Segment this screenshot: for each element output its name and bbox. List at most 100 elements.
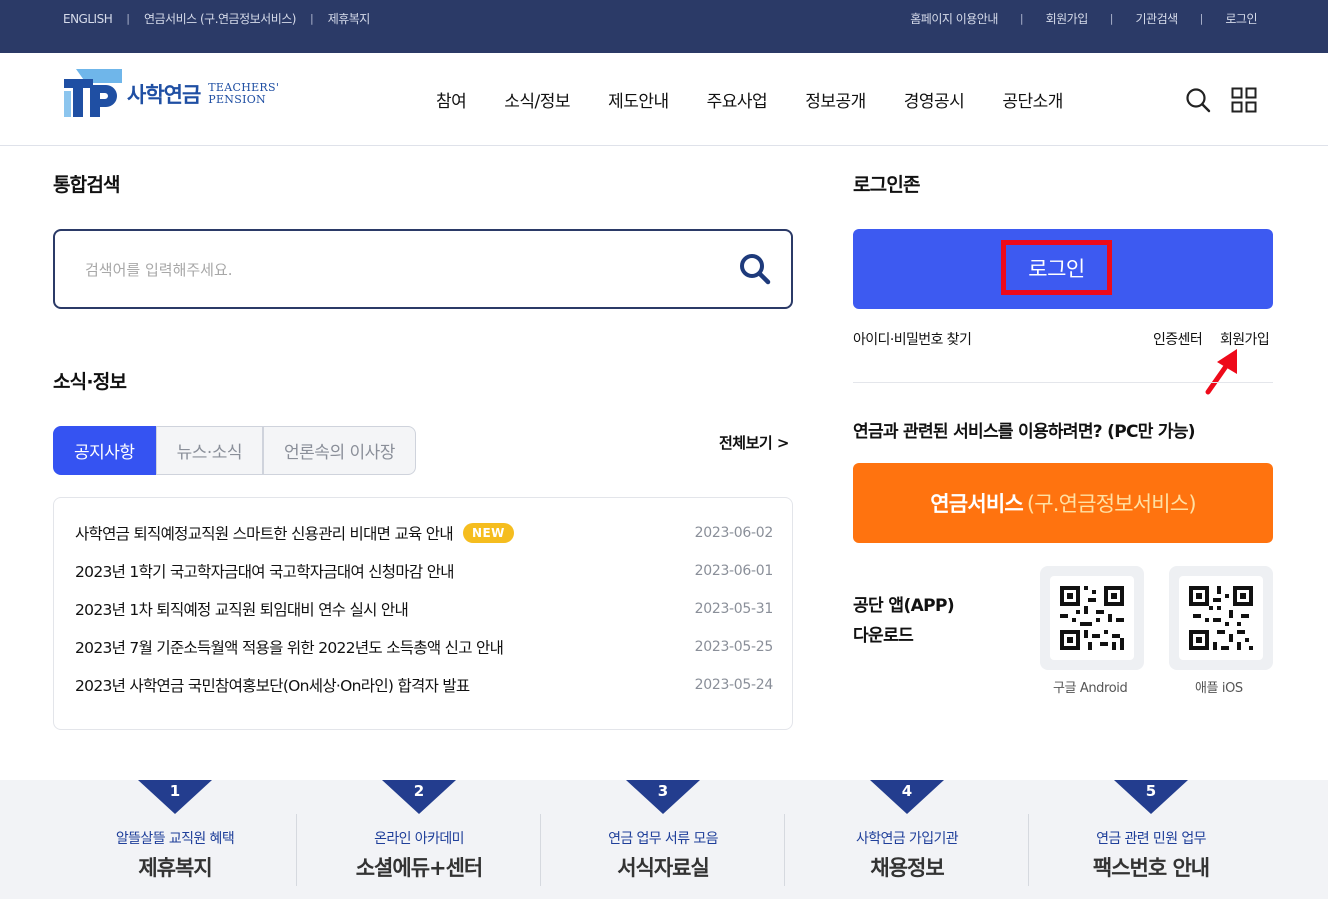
news-date: 2023-06-02	[694, 525, 774, 541]
news-title[interactable]: 사학연금 퇴직예정교직원 스마트한 신용관리 비대면 교육 안내	[75, 522, 454, 544]
service-button-main: 연금서비스	[930, 492, 1023, 516]
search-input[interactable]	[85, 255, 705, 285]
android-label: 구글 Android	[1053, 681, 1128, 696]
quick-menu-sub: 알뜰살뜰 교직원 혜택	[115, 831, 235, 847]
qr-code-icon	[1050, 576, 1134, 660]
join-link[interactable]: 회원가입	[1220, 329, 1270, 349]
qr-ios-graphic	[1189, 586, 1253, 650]
news-date: 2023-05-31	[694, 601, 774, 617]
list-item[interactable]: 2023년 1차 퇴직예정 교직원 퇴임대비 연수 실시 안내 2023-05-…	[75, 594, 773, 624]
site-header: 사학연금 TEACHERS' PENSION 참여 소식/정보 제도안내 주요사…	[0, 53, 1328, 146]
news-date: 2023-06-01	[694, 563, 774, 579]
news-date: 2023-05-24	[694, 677, 774, 693]
news-date: 2023-05-25	[694, 639, 774, 655]
quick-menu-number: 3	[657, 782, 669, 800]
topbar-separator: |	[309, 12, 314, 25]
quick-menu-sub: 사학연금 가입기관	[855, 831, 959, 847]
login-section-title: 로그인존	[853, 174, 921, 196]
quick-menu-number: 2	[413, 782, 425, 800]
tab-chairman-press[interactable]: 언론속의 이사장	[263, 426, 416, 475]
cert-center-link[interactable]: 인증센터	[1153, 329, 1203, 349]
top-utility-bar: ENGLISH | 연금서비스 (구.연금정보서비스) | 제휴복지 홈페이지 …	[0, 0, 1328, 53]
topbar-link-login[interactable]: 로그인	[1225, 10, 1257, 27]
new-badge: NEW	[462, 523, 514, 543]
topbar-link-welfare[interactable]: 제휴복지	[328, 10, 371, 27]
header-icons	[1165, 87, 1257, 113]
nav-item-management-disclosure[interactable]: 경영공시	[904, 87, 965, 112]
nav-item-about[interactable]: 공단소개	[1002, 87, 1063, 112]
news-list: 사학연금 퇴직예정교직원 스마트한 신용관리 비대면 교육 안내 NEW 202…	[53, 497, 793, 730]
search-icon[interactable]	[1185, 87, 1211, 113]
site-logo[interactable]: 사학연금 TEACHERS' PENSION	[64, 69, 279, 119]
app-download-text: 공단 앱(APP) 다운로드	[853, 591, 955, 651]
topbar-link-pension-service[interactable]: 연금서비스 (구.연금정보서비스)	[144, 10, 297, 27]
quick-menu-number: 4	[901, 782, 913, 800]
tp-logo-icon	[64, 69, 122, 117]
quick-menu-sub: 연금 관련 민원 업무	[1096, 831, 1206, 847]
nav-item-participation[interactable]: 참여	[436, 87, 467, 112]
main-navigation: 참여 소식/정보 제도안내 주요사업 정보공개 경영공시 공단소개	[436, 87, 1101, 112]
pension-service-button[interactable]: 연금서비스 (구.연금정보서비스)	[853, 463, 1273, 543]
list-item[interactable]: 사학연금 퇴직예정교직원 스마트한 신용관리 비대면 교육 안내 NEW 202…	[75, 518, 773, 548]
logo-korean-text: 사학연금	[127, 83, 201, 107]
nav-item-news-info[interactable]: 소식/정보	[504, 87, 570, 112]
topbar-separator: |	[126, 12, 130, 25]
quick-menu-title: 채용정보	[870, 856, 944, 880]
find-id-password-link[interactable]: 아이디·비밀번호 찾기	[853, 329, 972, 349]
logo-english-line2: PENSION	[208, 93, 266, 106]
qr-android[interactable]	[1040, 566, 1144, 670]
news-title[interactable]: 2023년 사학연금 국민참여홍보단(On세상·On라인) 합격자 발표	[75, 674, 470, 696]
list-item[interactable]: 2023년 7월 기준소득월액 적용을 위한 2022년도 소득총액 신고 안내…	[75, 632, 773, 662]
topbar-link-org-search[interactable]: 기관검색	[1135, 10, 1178, 27]
view-all-link[interactable]: 전체보기 >	[719, 432, 790, 453]
qr-android-graphic	[1060, 586, 1124, 650]
quick-menu-number: 1	[169, 782, 181, 800]
quick-menu-title: 팩스번호 안내	[1092, 856, 1210, 880]
red-arrow-annotation-icon	[1205, 349, 1237, 395]
quick-menu-item-edu-center[interactable]: 2 온라인 아카데미 소셜에듀+센터	[297, 780, 541, 899]
topbar-separator: |	[1199, 12, 1204, 25]
nav-item-info-disclosure[interactable]: 정보공개	[805, 87, 866, 112]
news-title[interactable]: 2023년 7월 기준소득월액 적용을 위한 2022년도 소득총액 신고 안내	[75, 636, 504, 658]
topbar-separator: |	[1109, 12, 1114, 25]
topbar-right-links: 홈페이지 이용안내 | 회원가입 | 기관검색 | 로그인	[910, 10, 1257, 27]
quick-menu-item-fax[interactable]: 5 연금 관련 민원 업무 팩스번호 안내	[1029, 780, 1273, 899]
qr-code-icon	[1179, 576, 1263, 660]
search-section-title: 통합검색	[53, 174, 121, 196]
service-question: 연금과 관련된 서비스를 이용하려면? (PC만 가능)	[853, 422, 1196, 442]
quick-menu-title: 제휴복지	[138, 856, 212, 880]
news-title[interactable]: 2023년 1학기 국고학자금대여 국고학자금대여 신청마감 안내	[75, 560, 455, 582]
quick-menu-item-forms[interactable]: 3 연금 업무 서류 모음 서식자료실	[541, 780, 785, 899]
tab-news[interactable]: 뉴스·소식	[155, 426, 264, 475]
ios-label: 애플 iOS	[1195, 681, 1243, 696]
service-button-sub: (구.연금정보서비스)	[1026, 492, 1197, 516]
news-section-title: 소식·정보	[53, 371, 127, 393]
nav-item-main-business[interactable]: 주요사업	[707, 87, 768, 112]
search-submit-icon[interactable]	[737, 251, 773, 287]
login-button-label[interactable]: 로그인	[1001, 240, 1112, 295]
nav-item-system-guide[interactable]: 제도안내	[608, 87, 669, 112]
list-item[interactable]: 2023년 사학연금 국민참여홍보단(On세상·On라인) 합격자 발표 202…	[75, 670, 773, 700]
quick-menu-item-welfare[interactable]: 1 알뜰살뜰 교직원 혜택 제휴복지	[53, 780, 297, 899]
logo-english-text: TEACHERS' PENSION	[208, 82, 279, 106]
qr-ios[interactable]	[1169, 566, 1273, 670]
quick-menu-sub: 연금 업무 서류 모음	[608, 831, 718, 847]
app-line2: 다운로드	[853, 626, 914, 646]
topbar-link-site-guide[interactable]: 홈페이지 이용안내	[910, 10, 998, 27]
quick-menu-sub: 온라인 아카데미	[374, 831, 464, 847]
app-line1: 공단 앱(APP)	[853, 596, 955, 616]
all-menu-grid-icon[interactable]	[1231, 87, 1257, 113]
topbar-left-links: ENGLISH | 연금서비스 (구.연금정보서비스) | 제휴복지	[63, 10, 370, 27]
tab-notice[interactable]: 공지사항	[53, 426, 156, 475]
list-item[interactable]: 2023년 1학기 국고학자금대여 국고학자금대여 신청마감 안내 2023-0…	[75, 556, 773, 586]
quick-menu-title: 서식자료실	[617, 856, 710, 880]
news-tabs: 공지사항 뉴스·소식 언론속의 이사장	[53, 426, 416, 475]
news-title[interactable]: 2023년 1차 퇴직예정 교직원 퇴임대비 연수 실시 안내	[75, 598, 409, 620]
topbar-link-english[interactable]: ENGLISH	[63, 12, 113, 26]
topbar-link-join[interactable]: 회원가입	[1046, 10, 1089, 27]
quick-menu-band: 1 알뜰살뜰 교직원 혜택 제휴복지 2 온라인 아카데미 소셜에듀+센터 3 …	[0, 780, 1328, 899]
quick-menu-item-jobs[interactable]: 4 사학연금 가입기관 채용정보	[785, 780, 1029, 899]
topbar-separator: |	[1019, 12, 1024, 25]
login-divider	[853, 382, 1273, 383]
quick-menu-number: 5	[1145, 782, 1157, 800]
